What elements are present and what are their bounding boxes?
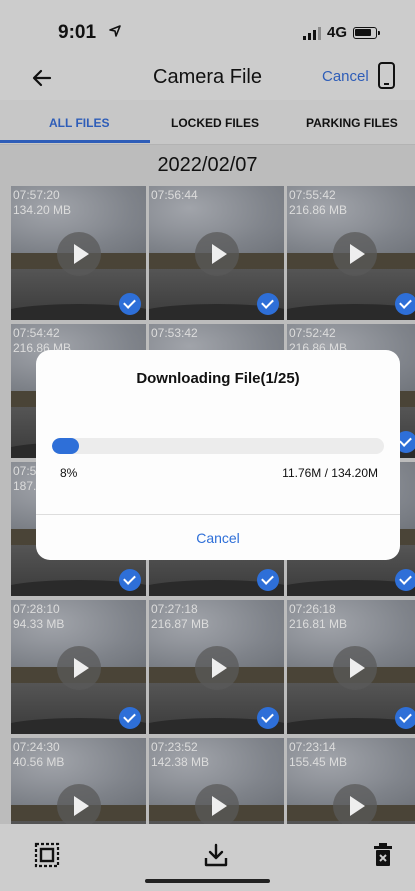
download-icon[interactable]	[203, 842, 229, 868]
home-indicator	[145, 879, 270, 883]
dialog-cancel-button[interactable]: Cancel	[36, 530, 400, 546]
select-all-icon[interactable]	[34, 842, 60, 868]
bottom-toolbar	[0, 824, 415, 891]
download-progress-fill	[52, 438, 79, 454]
dialog-divider	[36, 514, 400, 515]
download-progress-bar	[52, 438, 384, 454]
progress-size: 11.76M / 134.20M	[282, 466, 378, 480]
download-dialog: Downloading File(1/25) 8% 11.76M / 134.2…	[36, 350, 400, 560]
dialog-title: Downloading File(1/25)	[136, 370, 300, 387]
progress-percent: 8%	[60, 466, 78, 480]
delete-icon[interactable]	[370, 842, 396, 868]
